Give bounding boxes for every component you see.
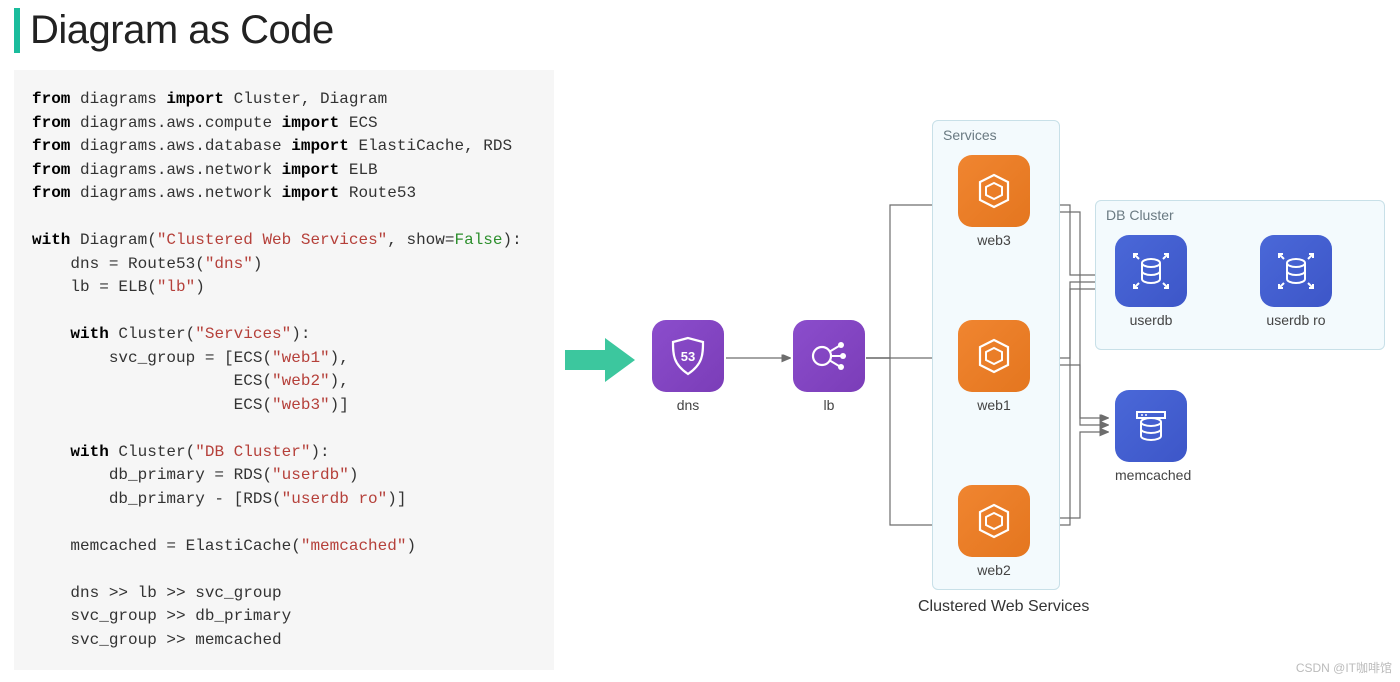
node-web3-label: web3: [958, 232, 1030, 248]
ecs-icon: [958, 155, 1030, 227]
diagram-canvas: Services DB Cluster 53 dns lb web3 web1: [640, 100, 1400, 660]
route53-icon: 53: [652, 320, 724, 392]
node-dns-label: dns: [652, 397, 724, 413]
node-lb-label: lb: [793, 397, 865, 413]
node-web3: web3: [958, 155, 1030, 248]
big-arrow-icon: [565, 335, 635, 385]
diagram-title: Clustered Web Services: [918, 598, 1089, 616]
node-userdb-ro: userdb ro: [1260, 235, 1332, 328]
node-dns: 53 dns: [652, 320, 724, 413]
watermark: CSDN @IT咖啡馆: [1296, 659, 1392, 676]
node-userdb: userdb: [1115, 235, 1187, 328]
code-block: from diagrams import Cluster, Diagramfro…: [14, 70, 554, 670]
ecs-icon: [958, 320, 1030, 392]
node-web2: web2: [958, 485, 1030, 578]
rds-icon: [1260, 235, 1332, 307]
elb-icon: [793, 320, 865, 392]
cluster-services-title: Services: [943, 127, 997, 143]
node-userdb-ro-label: userdb ro: [1260, 312, 1332, 328]
node-web1: web1: [958, 320, 1030, 413]
page-title: Diagram as Code: [14, 8, 334, 53]
elasticache-icon: [1115, 390, 1187, 462]
node-web1-label: web1: [958, 397, 1030, 413]
node-memcached: memcached: [1115, 390, 1191, 483]
node-userdb-label: userdb: [1115, 312, 1187, 328]
rds-icon: [1115, 235, 1187, 307]
svg-text:53: 53: [681, 349, 695, 364]
node-memcached-label: memcached: [1115, 467, 1191, 483]
node-lb: lb: [793, 320, 865, 413]
cluster-db-title: DB Cluster: [1106, 207, 1174, 223]
node-web2-label: web2: [958, 562, 1030, 578]
ecs-icon: [958, 485, 1030, 557]
